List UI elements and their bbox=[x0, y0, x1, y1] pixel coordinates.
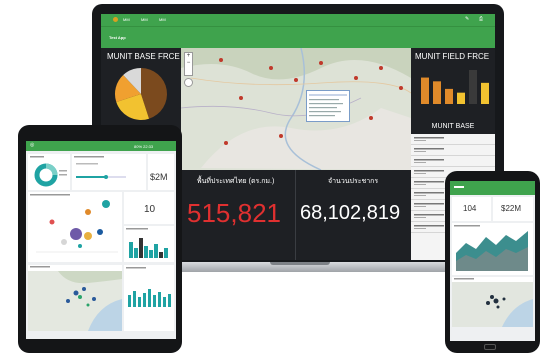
donut-card[interactable] bbox=[28, 154, 70, 190]
right-panel-title: MUNIT FIELD FRCE bbox=[415, 52, 490, 61]
pie-chart bbox=[115, 68, 167, 120]
list-item[interactable] bbox=[411, 145, 495, 156]
zoom-in-icon[interactable]: + bbox=[185, 53, 192, 60]
laptop-topbar: MM MM MM ✎ ⎙ bbox=[101, 14, 495, 26]
column-card[interactable] bbox=[124, 226, 174, 262]
phone-screen: 104 $22M bbox=[450, 181, 535, 341]
stat-population-card: จำนวนประชากร 68,102,819 bbox=[296, 170, 411, 260]
stat-population-label: จำนวนประชากร bbox=[328, 178, 379, 185]
phone-area-chart bbox=[454, 225, 528, 271]
phone-kpi-count-card[interactable]: 104 bbox=[452, 197, 491, 221]
phone-map-card[interactable] bbox=[452, 277, 533, 327]
settings-icon[interactable]: ✎ bbox=[465, 17, 469, 22]
left-panel-title: MUNIT BASE FRCE bbox=[107, 52, 180, 61]
phone-kpi-money: $22M bbox=[501, 204, 522, 213]
kpi-money-value: $2M bbox=[150, 172, 168, 182]
bar-chart bbox=[421, 70, 489, 104]
right-list-title: MUNIT BASE bbox=[411, 120, 495, 134]
bar bbox=[457, 92, 465, 104]
stat-area-value: 515,821 bbox=[187, 198, 281, 228]
phone-map bbox=[452, 278, 533, 327]
bubble-chart bbox=[30, 194, 118, 253]
topbar-item-2[interactable]: MM bbox=[141, 17, 148, 22]
app-title: Test App bbox=[109, 35, 126, 40]
list-item[interactable] bbox=[411, 134, 495, 145]
bar bbox=[469, 70, 477, 104]
stat-population-value: 68,102,819 bbox=[300, 202, 401, 224]
phone-kpi-money-card[interactable]: $22M bbox=[493, 197, 533, 221]
topbar-item-3[interactable]: MM bbox=[159, 17, 166, 22]
donut-chart bbox=[30, 156, 67, 187]
map-popup[interactable] bbox=[306, 90, 350, 122]
map-terrain bbox=[181, 48, 411, 170]
tablet-map bbox=[28, 266, 122, 331]
kpi-count-value: 10 bbox=[144, 204, 156, 215]
laptop-notch bbox=[270, 262, 330, 265]
kpi-count-card[interactable]: 10 bbox=[124, 192, 174, 224]
progress-card[interactable] bbox=[72, 154, 146, 190]
progress-bars bbox=[74, 156, 126, 179]
stat-area-label: พื้นที่ประเทศไทย (ตร.กม.) bbox=[197, 178, 275, 185]
tablet-screen: ◎ 80% 22:33 $2M 10 bbox=[26, 141, 176, 339]
phone-kpi-count: 104 bbox=[463, 204, 477, 213]
app-logo-icon bbox=[113, 17, 118, 22]
map-zoom-control[interactable]: + − bbox=[184, 52, 193, 76]
map-view[interactable]: + − bbox=[181, 48, 411, 170]
small-bar-chart bbox=[126, 267, 171, 307]
laptop-subbar: Test App bbox=[101, 26, 495, 49]
kpi-money-card[interactable]: $2M bbox=[148, 154, 174, 190]
bubble-card[interactable] bbox=[28, 192, 122, 262]
bar bbox=[421, 77, 429, 104]
menu-icon[interactable] bbox=[454, 186, 464, 188]
phone-header bbox=[450, 181, 535, 195]
column-chart bbox=[126, 228, 168, 258]
stat-area-card: พื้นที่ประเทศไทย (ตร.กม.) 515,821 bbox=[181, 170, 296, 260]
zoom-out-icon[interactable]: − bbox=[185, 60, 192, 67]
bar bbox=[481, 82, 489, 104]
topbar-item-1[interactable]: MM bbox=[123, 17, 130, 22]
tablet-status-text: 80% 22:33 bbox=[134, 144, 154, 149]
app-logo-icon: ◎ bbox=[30, 142, 35, 148]
print-icon[interactable]: ⎙ bbox=[479, 17, 483, 22]
phone-home-button[interactable] bbox=[484, 344, 496, 350]
small-bars-card[interactable] bbox=[124, 265, 174, 331]
locate-icon[interactable] bbox=[184, 78, 193, 87]
phone-area-card[interactable] bbox=[452, 223, 533, 275]
bar bbox=[445, 88, 453, 104]
right-panel: MUNIT FIELD FRCE bbox=[411, 48, 495, 120]
bar bbox=[433, 81, 441, 104]
tablet-statusbar: ◎ 80% 22:33 bbox=[26, 141, 176, 151]
tablet-map-card[interactable] bbox=[28, 265, 122, 331]
list-item[interactable] bbox=[411, 156, 495, 167]
